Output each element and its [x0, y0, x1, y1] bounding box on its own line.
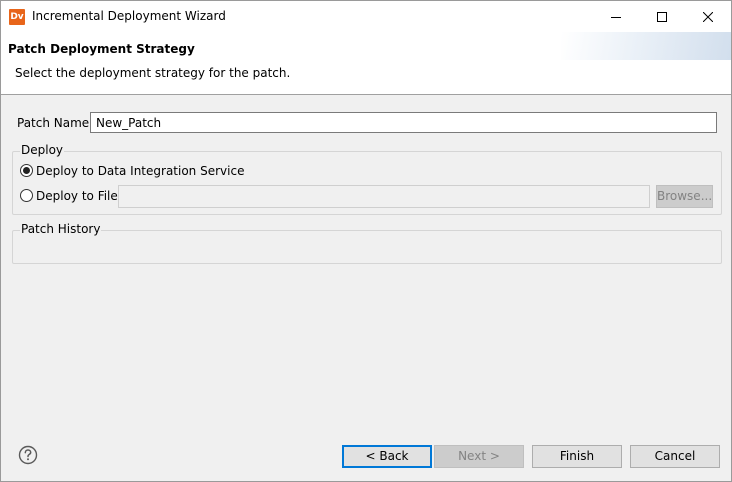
deploy-to-dis-radio[interactable]	[20, 164, 33, 177]
minimize-button[interactable]	[593, 1, 639, 32]
page-description: Select the deployment strategy for the p…	[15, 66, 291, 80]
question-mark-icon	[18, 445, 38, 465]
patch-name-input[interactable]	[90, 112, 717, 133]
browse-button[interactable]: Browse...	[656, 185, 713, 208]
header-decoration	[561, 32, 731, 60]
patch-history-legend: Patch History	[20, 222, 102, 236]
next-button[interactable]: Next >	[434, 445, 524, 468]
window-title: Incremental Deployment Wizard	[32, 9, 226, 23]
wizard-header: Patch Deployment Strategy Select the dep…	[1, 32, 731, 95]
patch-history-group: Patch History	[12, 222, 722, 264]
file-path-input[interactable]	[118, 185, 650, 208]
deploy-to-dis-label[interactable]: Deploy to Data Integration Service	[36, 164, 244, 178]
maximize-icon	[657, 11, 667, 22]
finish-button[interactable]: Finish	[532, 445, 622, 468]
page-title: Patch Deployment Strategy	[8, 42, 195, 56]
patch-name-label: Patch Name:	[17, 116, 94, 130]
wizard-window: Dv Incremental Deployment Wizard Patch D…	[0, 0, 732, 482]
maximize-button[interactable]	[639, 1, 685, 32]
back-button[interactable]: < Back	[342, 445, 432, 468]
cancel-button[interactable]: Cancel	[630, 445, 720, 468]
close-icon	[703, 11, 713, 22]
minimize-icon	[611, 16, 621, 18]
deploy-to-file-radio[interactable]	[20, 189, 33, 202]
deploy-to-file-label[interactable]: Deploy to File	[36, 189, 118, 203]
deploy-group-legend: Deploy	[20, 143, 65, 157]
title-bar[interactable]: Dv Incremental Deployment Wizard	[1, 1, 731, 32]
help-button[interactable]	[18, 445, 38, 465]
close-button[interactable]	[685, 1, 731, 32]
app-logo-icon: Dv	[9, 9, 25, 25]
